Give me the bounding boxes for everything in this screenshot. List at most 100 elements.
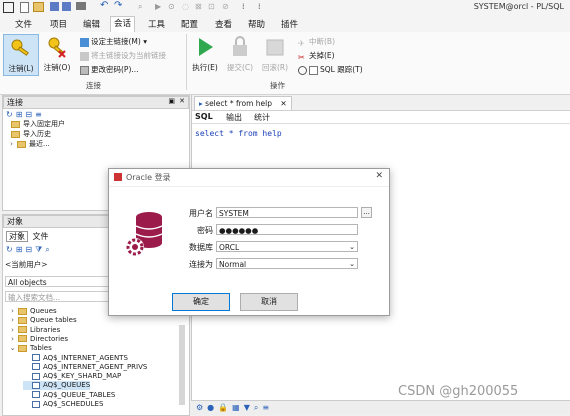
menu-plugins[interactable]: 插件	[278, 18, 301, 30]
tab-objects[interactable]: 对象	[6, 231, 28, 242]
gear-icon[interactable]: ⚙	[196, 403, 207, 412]
editor-tab[interactable]: ▸ select * from help ✕	[194, 96, 292, 110]
tree-table-item[interactable]: AQ$_SCHEDULES	[23, 400, 103, 409]
step-icon[interactable]: ⊙	[168, 2, 178, 12]
filter-icon[interactable]: ⧩	[35, 245, 45, 254]
open-icon[interactable]	[33, 2, 44, 12]
grid-icon[interactable]: ▦	[232, 403, 244, 412]
down-icon[interactable]: ▼	[244, 403, 254, 412]
sql-text[interactable]: select * from help	[195, 129, 282, 138]
tree-folder-item[interactable]: › Queue tables	[9, 316, 77, 325]
expand-icon[interactable]: ›	[8, 140, 15, 149]
print-icon[interactable]	[76, 2, 86, 10]
undo-icon[interactable]: ↶	[100, 0, 110, 11]
sql-tab-icon: ▸	[199, 99, 203, 108]
refresh-icon[interactable]: ↻	[6, 110, 16, 119]
connection-item-history[interactable]: 导入历史	[11, 130, 51, 139]
remove-icon[interactable]: ⊟	[25, 245, 35, 254]
debug-icon[interactable]: ◌	[182, 2, 192, 12]
chevron-down-icon[interactable]: ⌄	[349, 242, 355, 253]
settings-icon[interactable]: ⁞	[258, 2, 268, 12]
list-icon[interactable]: ≡	[262, 403, 273, 412]
menu-session[interactable]: 会话	[110, 16, 136, 32]
connection-item-recent[interactable]: › 最近...	[8, 140, 50, 149]
tree-item-label: Queues	[30, 307, 57, 315]
redo-icon[interactable]: ↷	[114, 0, 124, 11]
add-icon[interactable]: ⊞	[16, 110, 26, 119]
subtab-stats[interactable]: 统计	[254, 112, 270, 123]
refresh-icon[interactable]: ↻	[6, 245, 16, 254]
folder-icon	[18, 316, 27, 324]
break-icon[interactable]: ⊘	[222, 2, 232, 12]
list-icon[interactable]: ≡	[35, 110, 45, 119]
logoff-button-1[interactable]: 注销(L)	[3, 34, 39, 76]
subtab-sql[interactable]: SQL	[195, 112, 213, 121]
tab-close-icon[interactable]: ✕	[280, 99, 286, 108]
expand-icon[interactable]: ›	[9, 335, 16, 344]
stop-icon[interactable]: ⊠	[195, 2, 205, 12]
tree-folder-item[interactable]: ⌄ Tables	[9, 344, 52, 353]
menu-file[interactable]: 文件	[12, 18, 35, 30]
tree-table-item[interactable]: AQ$_KEY_SHARD_MAP	[23, 372, 121, 381]
rollback-button[interactable]: 回滚(R)	[260, 34, 290, 73]
new-icon[interactable]	[20, 2, 29, 13]
menu-project[interactable]: 项目	[47, 18, 70, 30]
connections-title: 连接	[7, 98, 23, 107]
execute-button[interactable]: 执行(E)	[190, 34, 220, 73]
set-main-button[interactable]: 设定主链接(M) ▾	[80, 36, 147, 47]
tree-table-item[interactable]: AQ$_INTERNET_AGENT_PRIVS	[23, 363, 147, 372]
menu-help[interactable]: 帮助	[245, 18, 268, 30]
table-icon	[32, 381, 40, 389]
lock-icon[interactable]: 🔒	[218, 403, 232, 412]
expand-icon[interactable]: ›	[9, 316, 16, 325]
set-current-button[interactable]: 将主链接设为当前链接	[80, 50, 166, 61]
menu-view[interactable]: 查看	[212, 18, 235, 30]
connect-as-select[interactable]: Normal ⌄	[216, 258, 358, 269]
close-button[interactable]: ✂ 关掉(E)	[298, 50, 335, 62]
record-icon[interactable]: ●	[207, 403, 218, 412]
collapse-icon[interactable]: ⌄	[9, 344, 16, 353]
scrollbar[interactable]	[179, 325, 185, 405]
tree-table-item[interactable]: AQ$_QUEUES	[23, 381, 91, 391]
tree-folder-item[interactable]: › Queues	[9, 307, 57, 316]
database-select[interactable]: ORCL ⌄	[216, 241, 358, 252]
search-icon[interactable]: ⌕	[138, 2, 148, 12]
app-icon[interactable]	[3, 2, 14, 13]
logoff-button-2[interactable]: 注销(O)	[42, 34, 72, 73]
menubar: 文件 项目 编辑 会话 工具 配置 查看 帮助 插件	[0, 16, 570, 33]
customize-icon[interactable]: ⁞	[242, 2, 252, 12]
tab-files[interactable]: 文件	[31, 232, 51, 241]
chevron-down-icon[interactable]: ⌄	[349, 259, 355, 270]
pin-icon[interactable]: ▣	[168, 96, 175, 107]
save-all-icon[interactable]	[62, 2, 71, 11]
change-password-button[interactable]: 更改密码(P)...	[80, 64, 139, 75]
break-button[interactable]: ✈ 中断(B)	[298, 36, 335, 48]
commit-button[interactable]: 提交(C)	[225, 34, 255, 73]
menu-config[interactable]: 配置	[178, 18, 201, 30]
remove-icon[interactable]: ⊟	[25, 110, 35, 119]
play-icon[interactable]: ▶	[155, 2, 165, 12]
sql-trace-checkbox[interactable]	[309, 65, 318, 75]
tree-table-item[interactable]: AQ$_INTERNET_AGENTS	[23, 354, 128, 363]
bookmark-icon[interactable]: ⊡	[208, 2, 218, 12]
username-field[interactable]: SYSTEM	[216, 207, 358, 218]
subtab-output[interactable]: 输出	[226, 112, 242, 123]
browse-button[interactable]: ...	[361, 207, 372, 218]
tree-table-item[interactable]: AQ$_QUEUE_TABLES	[23, 391, 115, 400]
password-field[interactable]: ●●●●●●	[216, 224, 358, 235]
expand-icon[interactable]: ›	[9, 307, 16, 316]
connection-item-fixed[interactable]: 导入固定用户	[11, 120, 65, 129]
find-icon[interactable]: ⌕	[45, 245, 52, 254]
add-icon[interactable]: ⊞	[16, 245, 26, 254]
tree-folder-item[interactable]: › Libraries	[9, 326, 60, 335]
ok-button[interactable]: 确定	[172, 293, 230, 311]
dialog-close-icon[interactable]: ✕	[375, 171, 383, 181]
close-pane-icon[interactable]: ✕	[179, 96, 185, 107]
cancel-button[interactable]: 取消	[240, 293, 298, 311]
sql-trace-toggle[interactable]: SQL 跟踪(T)	[298, 64, 363, 75]
tree-folder-item[interactable]: › Directories	[9, 335, 68, 344]
menu-tools[interactable]: 工具	[145, 18, 168, 30]
menu-edit[interactable]: 编辑	[80, 18, 103, 30]
expand-icon[interactable]: ›	[9, 326, 16, 335]
save-icon[interactable]	[50, 2, 59, 11]
